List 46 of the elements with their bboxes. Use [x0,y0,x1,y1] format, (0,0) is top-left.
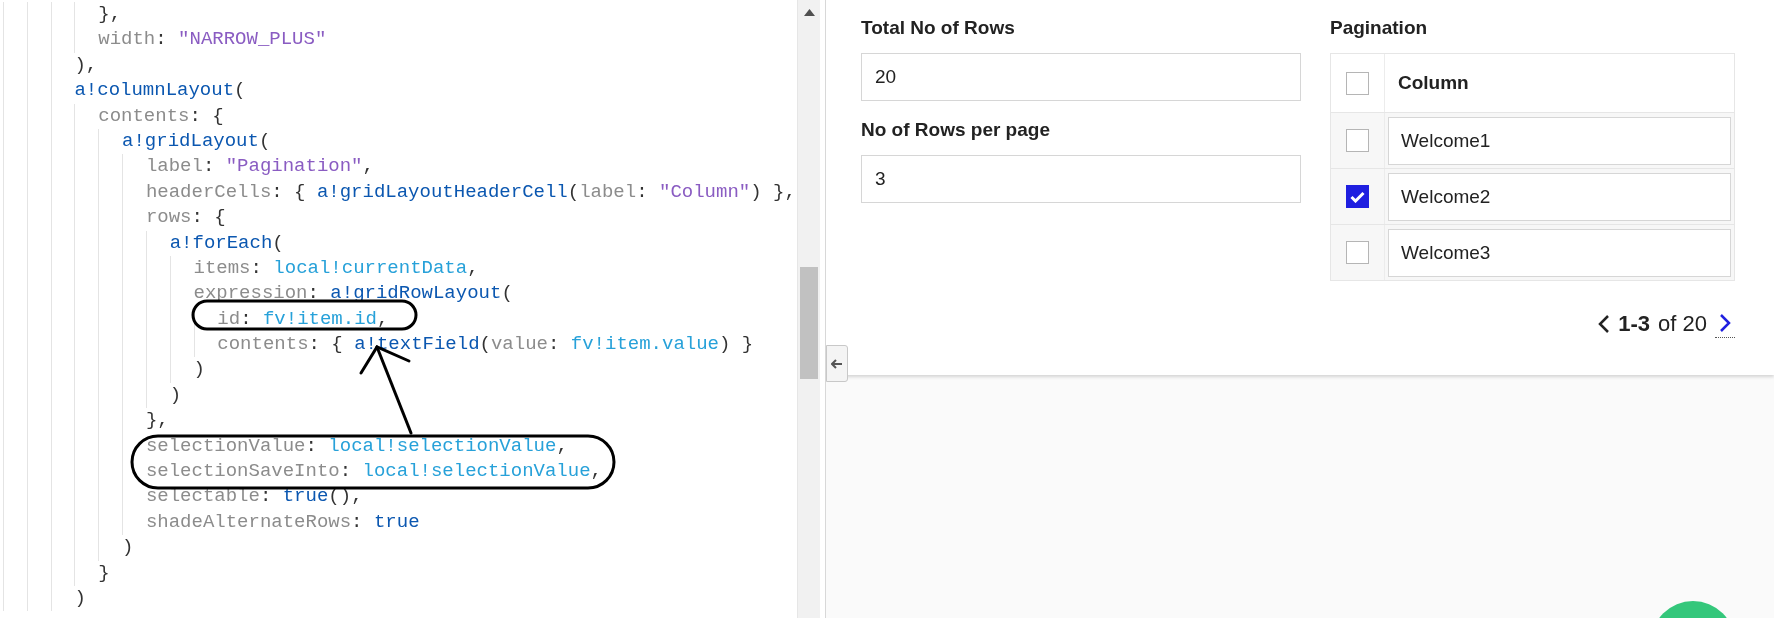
input-field[interactable]: Welcome1 [1388,116,1731,165]
column-header: Column [1398,70,1469,95]
code-line: width: "NARROW_PLUS" [3,27,327,53]
code-line: a!forEach( [3,230,284,256]
field-label: Total No of Rows [861,16,1015,40]
checkbox[interactable] [1346,241,1369,264]
code-line: ) [3,535,134,561]
code-line: contents: { [3,103,224,129]
code-line: ) [3,586,86,612]
chevron-right-icon [1719,313,1731,333]
code-line: selectionSaveInto: local!selectionValue, [3,459,602,485]
chevron-left-icon[interactable] [1598,313,1611,334]
checkbox[interactable] [1346,185,1369,208]
input-field[interactable]: 20 [861,53,1301,101]
code-line: expression: a!gridRowLayout( [3,281,513,307]
collapse-handle[interactable] [826,345,848,382]
code-line: rows: { [3,205,226,231]
page-range: 1-3 [1618,310,1651,338]
code-line: }, [3,408,169,434]
grid-label: Pagination [1330,16,1428,40]
code-line: a!gridLayout( [3,128,271,155]
page-total: of 20 [1658,310,1707,338]
code-line: id: fv!item.id, [3,306,389,333]
code-line: selectionValue: local!selectionValue, [3,433,568,460]
code-line: shadeAlternateRows: true [3,509,420,536]
input-field[interactable]: Welcome3 [1388,228,1731,277]
field-label: No of Rows per page [861,118,1050,142]
scrollbar[interactable] [797,0,820,618]
code-line: } [3,560,110,586]
code-line: ), [3,52,98,79]
scroll-up-icon[interactable] [804,8,815,16]
code-line: }, [3,2,122,28]
code-line: headerCells: { a!gridLayoutHeaderCell(label: "Column") }, [3,179,796,206]
code-line: label: "Pagination", [3,154,374,180]
code-line: ) [3,382,182,409]
code-line: a!columnLayout( [3,78,246,104]
checkmark-icon [1350,190,1365,203]
checkbox[interactable] [1346,129,1369,152]
checkbox[interactable] [1346,71,1369,95]
input-field[interactable]: Welcome2 [1388,172,1731,221]
arrow-left-icon [831,358,843,369]
scrollbar-thumb[interactable] [800,267,818,379]
code-line: ) [3,357,205,383]
code-line: contents: { a!textField(value: fv!item.value) } [3,332,754,358]
input-field[interactable]: 3 [861,155,1301,203]
code-line: items: local!currentData, [3,255,479,282]
